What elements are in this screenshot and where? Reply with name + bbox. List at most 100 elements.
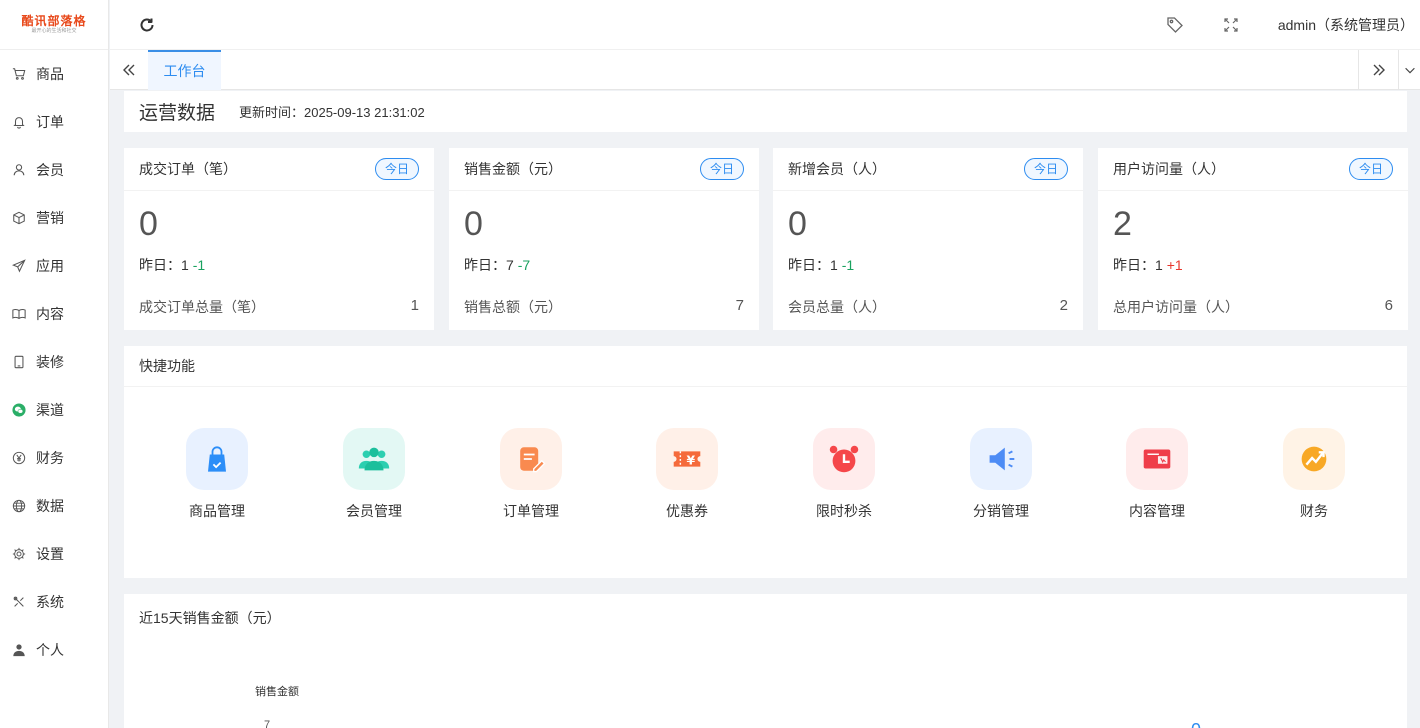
- sidebar-item-label: 渠道: [36, 402, 64, 418]
- double-chevron-right-icon[interactable]: [1358, 50, 1398, 90]
- stat-value: 0: [788, 205, 807, 243]
- globe-icon: [12, 499, 26, 513]
- yesterday-diff: -1: [841, 257, 855, 273]
- quick-order-manage[interactable]: 订单管理: [471, 428, 591, 521]
- sidebar: 酷讯部落格 最开心的生活和社交 商品 订单 会员 营销 应用 内容 装修 渠道 …: [0, 0, 109, 728]
- tag-icon[interactable]: [1166, 16, 1184, 34]
- sidebar-item-channels[interactable]: 渠道: [0, 386, 108, 434]
- quick-flash-sale[interactable]: 限时秒杀: [784, 428, 904, 521]
- quick-member-manage[interactable]: 会员管理: [314, 428, 434, 521]
- today-badge[interactable]: 今日: [699, 158, 744, 180]
- stat-value: 2: [1113, 205, 1132, 243]
- stat-value: 0: [139, 205, 158, 243]
- fullscreen-icon[interactable]: [1222, 16, 1240, 34]
- yesterday-value: 1: [1155, 257, 1163, 273]
- data-point-label: 0: [1191, 720, 1201, 728]
- yesterday-label: 昨日：: [139, 257, 181, 273]
- megaphone-icon: [970, 428, 1032, 490]
- sidebar-item-system[interactable]: 系统: [0, 578, 108, 626]
- stat-card-sales: 销售金额（元） 今日 0 昨日：7 -7 销售总额（元） 7: [449, 148, 759, 330]
- sidebar-menu: 商品 订单 会员 营销 应用 内容 装修 渠道 财务 数据 设置 系统 个人: [0, 50, 108, 674]
- stat-title: 成交订单（笔）: [139, 161, 237, 177]
- quick-content-manage[interactable]: 内容管理: [1097, 428, 1217, 521]
- yesterday-diff: -1: [192, 257, 206, 273]
- sidebar-item-finance[interactable]: 财务: [0, 434, 108, 482]
- sidebar-item-label: 数据: [36, 498, 64, 514]
- content-card-icon: [1126, 428, 1188, 490]
- stat-yesterday: 昨日：1 -1: [773, 249, 1083, 275]
- total-value: 1: [410, 297, 419, 314]
- quick-finance[interactable]: 财务: [1254, 428, 1374, 521]
- svg-text:¥: ¥: [687, 454, 696, 468]
- quick-coupons[interactable]: ¥ 优惠券: [627, 428, 747, 521]
- stat-card-new-members: 新增会员（人） 今日 0 昨日：1 -1 会员总量（人） 2: [773, 148, 1083, 330]
- total-label: 销售总额（元）: [464, 299, 562, 315]
- sidebar-item-label: 营销: [36, 210, 64, 226]
- sidebar-item-decoration[interactable]: 装修: [0, 338, 108, 386]
- stat-yesterday: 昨日：1 -1: [124, 249, 434, 275]
- yesterday-value: 7: [506, 257, 514, 273]
- yesterday-label: 昨日：: [788, 257, 830, 273]
- y-tick-label: 7: [264, 719, 270, 728]
- chevron-down-icon[interactable]: [1398, 50, 1420, 90]
- tab-workbench[interactable]: 工作台: [148, 50, 221, 90]
- user-menu[interactable]: admin（系统管理员）: [1278, 15, 1414, 35]
- sidebar-item-marketing[interactable]: 营销: [0, 194, 108, 242]
- sidebar-item-label: 设置: [36, 546, 64, 562]
- quick-goods-manage[interactable]: 商品管理: [157, 428, 277, 521]
- sidebar-item-data[interactable]: 数据: [0, 482, 108, 530]
- quick-item-label: 订单管理: [503, 503, 559, 519]
- sidebar-item-goods[interactable]: 商品: [0, 50, 108, 98]
- logo[interactable]: 酷讯部落格 最开心的生活和社交: [0, 0, 108, 50]
- total-label: 会员总量（人）: [788, 299, 886, 315]
- page-title: 运营数据: [139, 103, 216, 124]
- sidebar-item-apps[interactable]: 应用: [0, 242, 108, 290]
- tools-icon: [12, 595, 26, 609]
- sidebar-item-label: 内容: [36, 306, 64, 322]
- stat-card-orders: 成交订单（笔） 今日 0 昨日：1 -1 成交订单总量（笔） 1: [124, 148, 434, 330]
- sidebar-item-label: 应用: [36, 258, 64, 274]
- total-value: 7: [735, 297, 744, 314]
- cube-icon: [12, 211, 26, 225]
- sidebar-item-content[interactable]: 内容: [0, 290, 108, 338]
- refresh-icon[interactable]: [138, 16, 156, 34]
- chart-legend-label: 销售金额: [255, 684, 299, 698]
- quick-item-label: 商品管理: [189, 503, 245, 519]
- total-label: 总用户访问量（人）: [1113, 299, 1239, 315]
- person-icon: [12, 643, 26, 657]
- yen-icon: [12, 451, 26, 465]
- shopping-bag-icon: [186, 428, 248, 490]
- yesterday-diff: +1: [1166, 257, 1183, 273]
- cart-icon: [12, 67, 26, 81]
- sidebar-item-settings[interactable]: 设置: [0, 530, 108, 578]
- sales-chart-card: 近15天销售金额（元） 销售金额 7 0: [124, 594, 1407, 728]
- today-badge[interactable]: 今日: [1348, 158, 1393, 180]
- yesterday-label: 昨日：: [464, 257, 506, 273]
- members-icon: [343, 428, 405, 490]
- logo-title: 酷讯部落格: [21, 13, 87, 28]
- today-badge[interactable]: 今日: [1023, 158, 1068, 180]
- alarm-clock-icon: [813, 428, 875, 490]
- quick-item-label: 分销管理: [973, 503, 1029, 519]
- stat-value: 0: [464, 205, 483, 243]
- quick-item-label: 内容管理: [1129, 503, 1185, 519]
- tablet-icon: [12, 355, 26, 369]
- yesterday-label: 昨日：: [1113, 257, 1155, 273]
- sidebar-item-label: 订单: [36, 114, 64, 130]
- sidebar-item-members[interactable]: 会员: [0, 146, 108, 194]
- double-chevron-left-icon[interactable]: [110, 50, 148, 90]
- paper-plane-icon: [12, 259, 26, 273]
- bell-icon: [12, 115, 26, 129]
- yesterday-diff: -7: [517, 257, 531, 273]
- sidebar-item-orders[interactable]: 订单: [0, 98, 108, 146]
- stat-yesterday: 昨日：7 -7: [449, 249, 759, 275]
- today-badge[interactable]: 今日: [374, 158, 419, 180]
- sidebar-item-label: 商品: [36, 66, 64, 82]
- quick-item-label: 财务: [1300, 503, 1328, 519]
- quick-distribution[interactable]: 分销管理: [941, 428, 1061, 521]
- sidebar-item-personal[interactable]: 个人: [0, 626, 108, 674]
- gear-icon: [12, 547, 26, 561]
- stat-title: 用户访问量（人）: [1113, 161, 1225, 177]
- total-value: 6: [1384, 297, 1393, 314]
- order-edit-icon: [500, 428, 562, 490]
